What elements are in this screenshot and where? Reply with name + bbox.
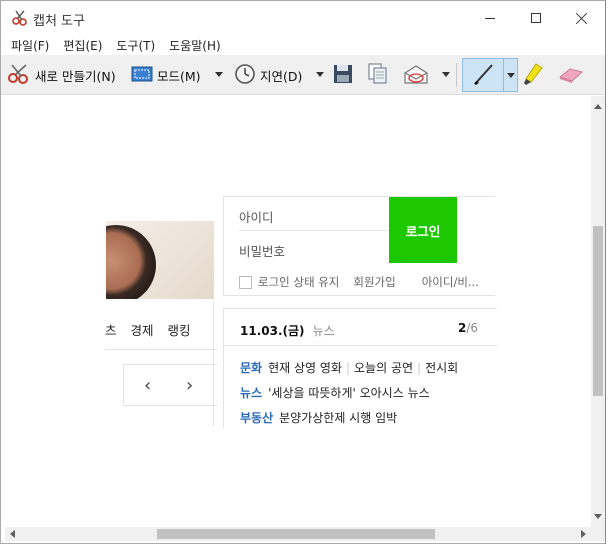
vertical-scroll-thumb[interactable] (593, 226, 603, 396)
send-snip-button[interactable] (403, 61, 429, 89)
window-title: 캡처 도구 (33, 14, 85, 29)
capture-canvas[interactable]: 아이디 비밀번호 로그인 로그인 상태 유지 회원가입 아이디/비... 츠 경… (5, 96, 591, 527)
menu-bar: 파일(F) 편집(E) 도구(T) 도움말(H) (1, 35, 605, 55)
mode-button[interactable]: 모드(M) (131, 61, 201, 89)
find-id-link[interactable]: 아이디/비... (422, 274, 479, 290)
save-disk-icon (333, 64, 353, 87)
new-snip-button[interactable]: 새로 만들기(N) (7, 61, 116, 89)
keep-login-checkbox[interactable] (239, 275, 252, 289)
vertical-scrollbar[interactable] (591, 96, 605, 527)
scissors-icon (7, 63, 31, 88)
mode-dropdown-icon[interactable] (215, 72, 223, 77)
delay-label: 지연(D) (260, 68, 303, 84)
horizontal-scroll-thumb[interactable] (157, 529, 435, 539)
scroll-down-icon[interactable] (594, 514, 602, 519)
nav-item-ranking[interactable]: 랭킹 (168, 320, 191, 339)
news-text: 분양가상한제 시행 임박 (279, 411, 398, 425)
minimize-icon (485, 17, 495, 19)
copy-icon (367, 62, 389, 88)
ad-image (106, 215, 214, 299)
pager-arrows: ‹ › (123, 364, 217, 406)
news-page-total: /6 (466, 321, 478, 335)
login-panel: 아이디 비밀번호 로그인 로그인 상태 유지 회원가입 아이디/비... (223, 196, 495, 296)
id-field[interactable]: 아이디 (239, 201, 389, 231)
eraser-button[interactable] (556, 61, 584, 89)
nav-item-sports[interactable]: 츠 (105, 320, 117, 339)
mode-rect-icon (131, 65, 153, 86)
news-panel: 11.03.(금) 뉴스 2/6 문화 현재 상영 영화 | 오늘의 공연 | 전시회 뉴… (223, 308, 498, 428)
login-button[interactable]: 로그인 (389, 197, 457, 263)
delay-button[interactable]: 지연(D) (234, 61, 302, 89)
news-line[interactable]: 부동산 분양가상한제 시행 임박 (240, 409, 496, 427)
toolbar-separator (456, 63, 457, 87)
scroll-right-icon[interactable] (581, 530, 586, 538)
mode-label: 모드(M) (157, 68, 201, 84)
menu-file[interactable]: 파일(F) (5, 35, 55, 55)
delay-dropdown-icon[interactable] (316, 72, 324, 77)
news-label: 뉴스 (312, 323, 335, 338)
save-button[interactable] (333, 61, 353, 89)
keep-login-label[interactable]: 로그인 상태 유지 (258, 274, 339, 290)
news-line[interactable]: 문화 현재 상영 영화 | 오늘의 공연 | 전시회 (240, 359, 496, 377)
news-text: 오늘의 공연 (354, 361, 414, 375)
news-date: 11.03.(금) (240, 323, 305, 338)
news-category: 뉴스 (240, 386, 263, 400)
eraser-icon (556, 63, 584, 88)
send-envelope-icon (403, 63, 429, 88)
scroll-corner (591, 527, 605, 541)
menu-tools[interactable]: 도구(T) (110, 35, 161, 55)
pen-dropdown-button[interactable] (503, 58, 518, 92)
send-dropdown-icon[interactable] (442, 72, 450, 77)
pen-icon (471, 61, 497, 90)
login-options: 로그인 상태 유지 회원가입 아이디/비... (239, 271, 495, 293)
scroll-left-icon[interactable] (10, 530, 15, 538)
minimize-button[interactable] (467, 1, 513, 35)
toolbar: 새로 만들기(N) 모드(M) 지연(D) (1, 55, 605, 95)
news-text: '세상을 따뜻하게' 오아시스 뉴스 (268, 386, 430, 400)
chevron-left-icon[interactable]: ‹ (144, 377, 158, 395)
new-snip-label: 새로 만들기(N) (35, 68, 116, 84)
snipping-tool-window: 캡처 도구 파일(F) 편집(E) 도구(T) 도움말(H) 새로 만들기(N) (0, 0, 606, 544)
pen-dropdown-icon (507, 72, 515, 78)
maximize-icon (531, 13, 541, 23)
title-bar[interactable]: 캡처 도구 (1, 1, 605, 35)
menu-edit[interactable]: 편집(E) (57, 35, 108, 55)
chevron-right-icon[interactable]: › (186, 377, 200, 395)
cosmetic-compact-image (106, 225, 156, 299)
scroll-up-icon[interactable] (594, 104, 602, 109)
highlighter-button[interactable] (521, 61, 547, 89)
close-button[interactable] (559, 1, 605, 35)
news-category: 문화 (240, 361, 263, 375)
signup-link[interactable]: 회원가입 (353, 274, 395, 290)
news-text: 전시회 (425, 361, 459, 375)
news-header: 11.03.(금) 뉴스 2/6 (240, 319, 496, 341)
news-text: 현재 상영 영화 (268, 361, 342, 375)
news-category: 부동산 (240, 411, 274, 425)
news-page-indicator: 2/6 (458, 321, 478, 335)
copy-button[interactable] (367, 61, 389, 89)
close-icon (576, 12, 588, 24)
maximize-button[interactable] (513, 1, 559, 35)
column-divider (213, 301, 214, 426)
news-line[interactable]: 뉴스 '세상을 따뜻하게' 오아시스 뉴스 (240, 384, 496, 402)
snipping-tool-icon (11, 10, 29, 26)
nav-item-economy[interactable]: 경제 (131, 320, 154, 339)
horizontal-scrollbar[interactable] (5, 527, 591, 541)
highlighter-icon (521, 61, 547, 90)
menu-help[interactable]: 도움말(H) (163, 35, 227, 55)
category-nav: 츠 경제 랭킹 (105, 310, 217, 350)
password-field[interactable]: 비밀번호 (239, 233, 389, 263)
clock-icon (234, 63, 256, 88)
